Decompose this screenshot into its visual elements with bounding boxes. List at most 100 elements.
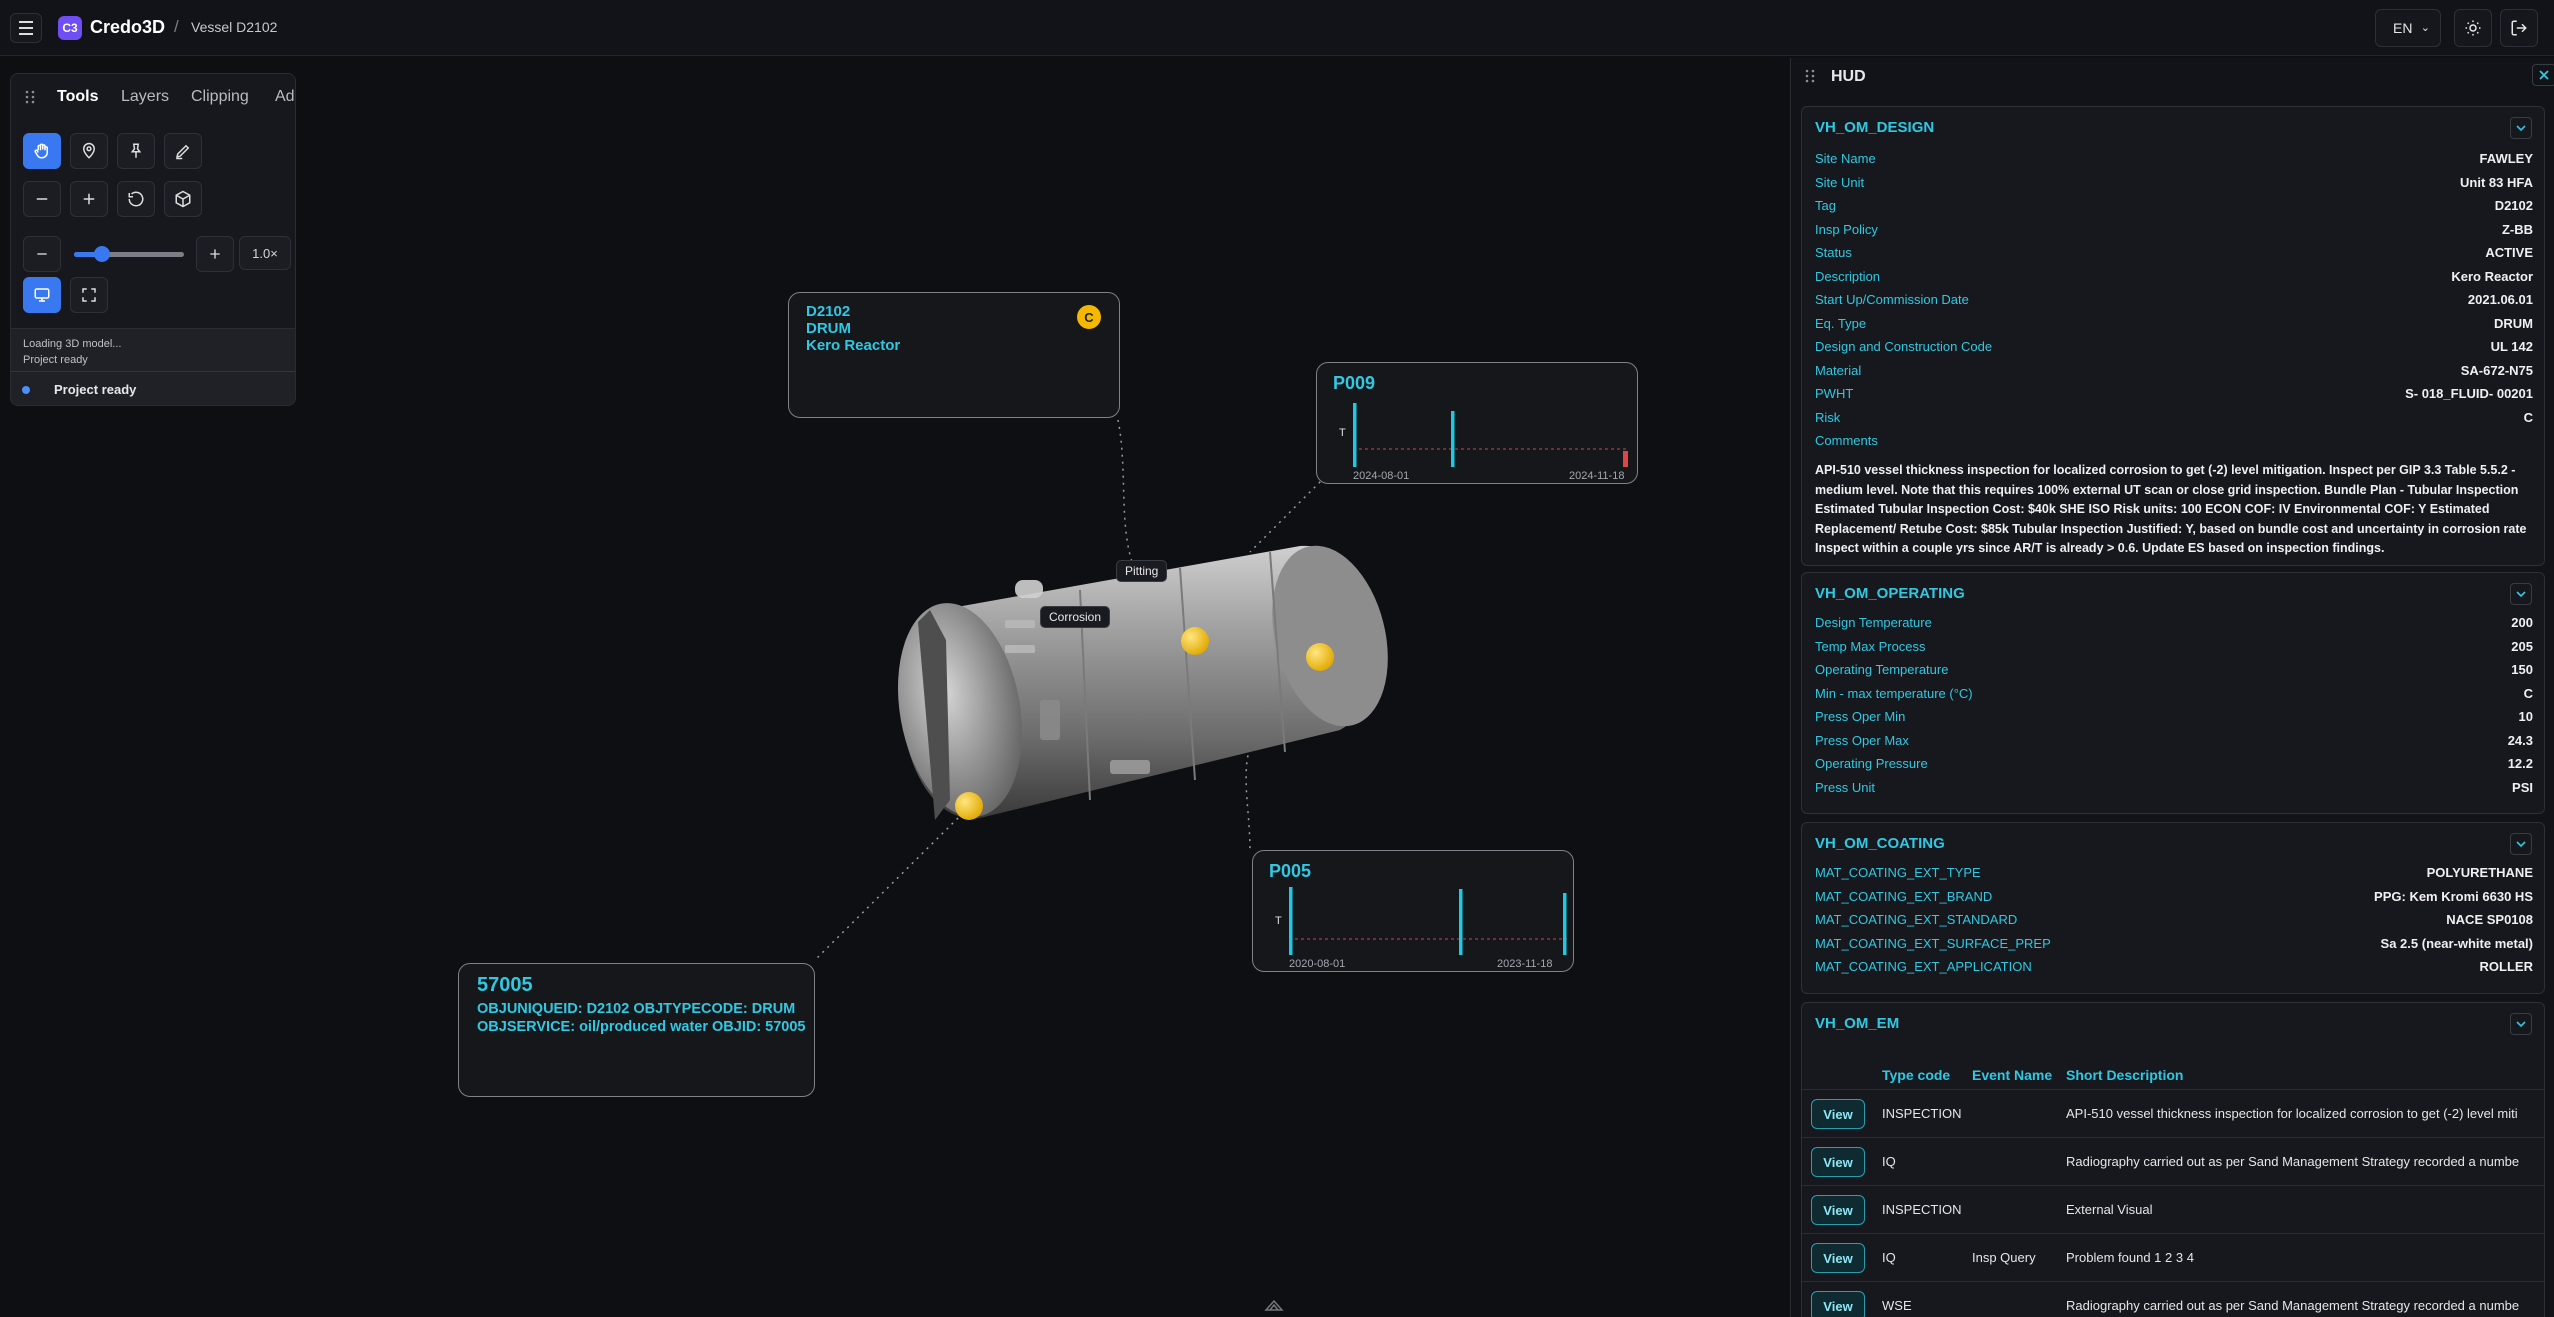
axis-label: T (1275, 915, 1282, 927)
field-row: Temp Max Process 205 (1815, 635, 2533, 658)
field-label: Press Oper Max (1815, 732, 1909, 748)
pitting-label[interactable]: Pitting (1116, 560, 1168, 582)
field-row: Min - max temperature (°C) C (1815, 682, 2533, 705)
field-label: Site Unit (1815, 174, 1865, 190)
column-header[interactable]: Short Description (2066, 1067, 2183, 1083)
spike-bar (1563, 893, 1567, 955)
field-row: PWHT S- 018_FLUID- 00201 (1815, 382, 2533, 405)
defect-marker[interactable] (1181, 627, 1209, 655)
field-value: Z-BB (2501, 221, 2533, 237)
field-row: Insp Policy Z-BB (1815, 218, 2533, 241)
corrosion-label[interactable]: Corrosion (1040, 606, 1111, 628)
theme-toggle-button[interactable] (2454, 9, 2492, 47)
field-row: Material SA-672-N75 (1815, 359, 2533, 382)
field-label: Material (1815, 362, 1862, 378)
short-description-cell: API-510 vessel thickness inspection for … (2066, 1106, 2518, 1121)
section-collapse-button[interactable] (2510, 583, 2532, 605)
field-label: Operating Temperature (1815, 662, 1949, 677)
risk-badge: C (1077, 305, 1101, 329)
comments-text: API-510 vessel thickness inspection for … (1815, 463, 2527, 555)
field-value: POLYURETHANE (2426, 865, 2533, 880)
section-title: VH_OM_COATING (1815, 835, 1945, 852)
field-row: MAT_COATING_EXT_TYPE POLYURETHANE (1815, 861, 2533, 884)
event-name-cell: Insp Query (1972, 1250, 2036, 1265)
column-header[interactable]: Event Name (1972, 1067, 2052, 1083)
field-row: Site Name FAWLEY (1815, 147, 2533, 170)
chevron-down-icon (2516, 591, 2526, 598)
view-button[interactable]: View (1811, 1099, 1865, 1129)
section-collapse-button[interactable] (2510, 833, 2532, 855)
field-row: Design and Construction Code UL 142 (1815, 335, 2533, 358)
logout-icon (2511, 20, 2527, 36)
field-label: Eq. Type (1815, 315, 1867, 331)
short-description-cell: External Visual (2066, 1202, 2153, 1217)
type-code-cell: IQ (1882, 1154, 1896, 1169)
view-button[interactable]: View (1811, 1243, 1865, 1273)
column-header[interactable]: Type code (1882, 1067, 1950, 1083)
field-value: ROLLER (2479, 959, 2533, 974)
field-label: Min - max temperature (°C) (1815, 685, 1973, 701)
view-button[interactable]: View (1811, 1147, 1865, 1177)
section-collapse-button[interactable] (2510, 1013, 2532, 1035)
defect-marker[interactable] (1306, 643, 1334, 671)
app-brand[interactable]: Credo3D (90, 17, 165, 38)
start-date: 2024-08-01 (1353, 470, 1410, 482)
short-description-cell: Radiography carried out as per Sand Mana… (2066, 1298, 2520, 1313)
card-description: Kero Reactor (806, 337, 901, 354)
axis-label: T (1339, 427, 1346, 439)
field-row: Design Temperature 200 (1815, 611, 2533, 634)
section-collapse-button[interactable] (2510, 117, 2532, 139)
em-table-header: Type code Event Name Short Description (1802, 1055, 2544, 1089)
field-label: MAT_COATING_EXT_STANDARD (1815, 912, 2018, 927)
object-info-card[interactable]: 57005 OBJUNIQUEID: D2102 OBJTYPECODE: DR… (458, 963, 815, 1097)
card-type: DRUM (806, 320, 851, 337)
view-button[interactable]: View (1811, 1195, 1865, 1225)
field-row: Site Unit Unit 83 HFA (1815, 171, 2533, 194)
chevron-down-icon: ⌄ (2420, 22, 2430, 34)
p009-sparkline-card[interactable]: P009 T 2024-08-01 2024-11-18 (1316, 362, 1638, 484)
logout-button[interactable] (2500, 9, 2538, 47)
field-label: Tag (1815, 198, 1836, 213)
field-value: UL 142 (2490, 339, 2533, 354)
object-line: OBJUNIQUEID: D2102 OBJTYPECODE: DRUM (477, 1001, 796, 1017)
field-row: Operating Temperature 150 (1815, 658, 2533, 681)
hud-close-button[interactable] (2532, 64, 2554, 86)
view-button[interactable]: View (1811, 1291, 1865, 1317)
field-row: Comments (1815, 429, 2533, 452)
spike-bar (1451, 411, 1455, 467)
end-date: 2024-11-18 (1569, 470, 1625, 482)
language-select[interactable]: EN ⌄ (2375, 9, 2441, 47)
type-code-cell: WSE (1882, 1298, 1912, 1313)
table-row: View INSPECTION API-510 vessel thickness i… (1802, 1089, 2544, 1137)
field-label: Press Oper Min (1815, 709, 1906, 724)
spike-bar (1289, 887, 1293, 955)
breadcrumb-vessel: Vessel D2102 (191, 19, 278, 35)
field-label: MAT_COATING_EXT_SURFACE_PREP (1815, 935, 2051, 951)
vessel-info-card[interactable]: D2102 DRUM Kero Reactor C (788, 292, 1120, 418)
bottom-drawer-handle-icon[interactable] (1264, 1298, 1284, 1312)
short-description-cell: Radiography carried out as per Sand Mana… (2066, 1154, 2520, 1169)
object-line: OBJSERVICE: oil/produced water OBJID: 57… (477, 1019, 806, 1035)
top-bar: C3 Credo3D / Vessel D2102 EN ⌄ (0, 0, 2554, 56)
field-label: PWHT (1815, 386, 1854, 401)
viewport-scene[interactable] (0, 57, 1790, 1317)
field-value: C (2523, 685, 2533, 701)
defect-marker[interactable] (955, 792, 983, 820)
table-row: View WSE Radiography carried out as per Sa… (1802, 1281, 2544, 1317)
field-value: 205 (2511, 638, 2533, 654)
drag-handle-icon[interactable] (1805, 69, 1815, 83)
chevron-down-icon (2516, 841, 2526, 848)
field-label: Description (1815, 268, 1881, 284)
table-row: View INSPECTION External Visual (1802, 1185, 2544, 1233)
type-code-cell: IQ (1882, 1250, 1896, 1265)
type-code-cell: INSPECTION (1882, 1106, 1962, 1121)
menu-button[interactable] (10, 13, 42, 43)
field-row: Status ACTIVE (1815, 241, 2533, 264)
app-logo-icon: C3 (58, 16, 82, 40)
spike-bar (1459, 889, 1463, 955)
p005-sparkline-card[interactable]: P005 T 2020-08-01 2023-11-18 (1252, 850, 1574, 972)
field-value: PSI (2512, 779, 2533, 795)
card-title: P005 (1269, 861, 1312, 881)
field-value: S- 018_FLUID- 00201 (2405, 386, 2533, 401)
section-em: VH_OM_EM Type code Event Name Short Desc… (1801, 1002, 2545, 1317)
